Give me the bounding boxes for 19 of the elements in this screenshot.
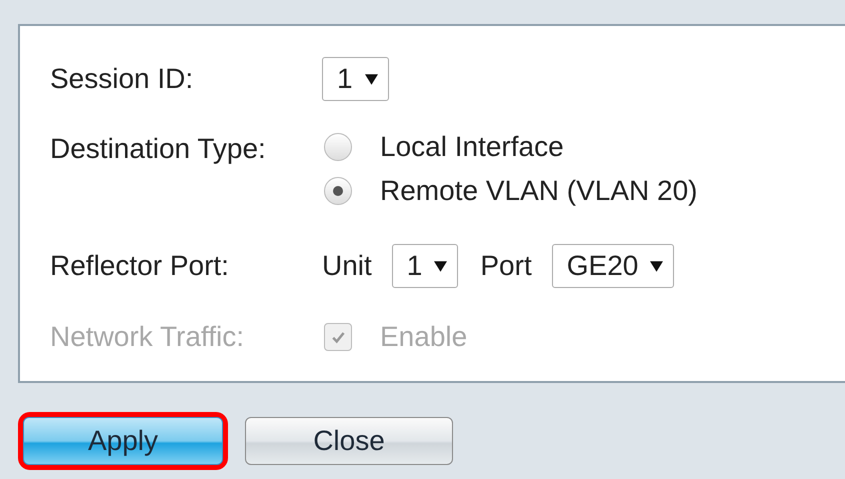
- caret-icon: [434, 260, 448, 272]
- unit-label: Unit: [322, 250, 372, 282]
- caret-icon: [364, 72, 378, 86]
- option-label: Enable: [380, 321, 468, 353]
- unit-dropdown[interactable]: 1: [392, 244, 458, 288]
- option-label: Local Interface: [380, 131, 564, 163]
- port-dropdown[interactable]: GE20: [552, 244, 674, 288]
- caret-icon: [650, 260, 664, 272]
- close-button[interactable]: Close: [245, 417, 453, 465]
- field-label: Network Traffic:: [50, 321, 245, 353]
- option-label: Remote VLAN (VLAN 20): [380, 175, 698, 207]
- apply-button[interactable]: Apply: [23, 417, 223, 465]
- field-label: Reflector Port:: [50, 250, 230, 282]
- field-label: Session ID:: [50, 63, 194, 95]
- radio-button[interactable]: [324, 177, 352, 205]
- radio-button[interactable]: [324, 133, 352, 161]
- session-id-dropdown[interactable]: 1: [322, 57, 389, 101]
- port-label: Port: [480, 250, 532, 282]
- field-label: Destination Type:: [50, 132, 267, 166]
